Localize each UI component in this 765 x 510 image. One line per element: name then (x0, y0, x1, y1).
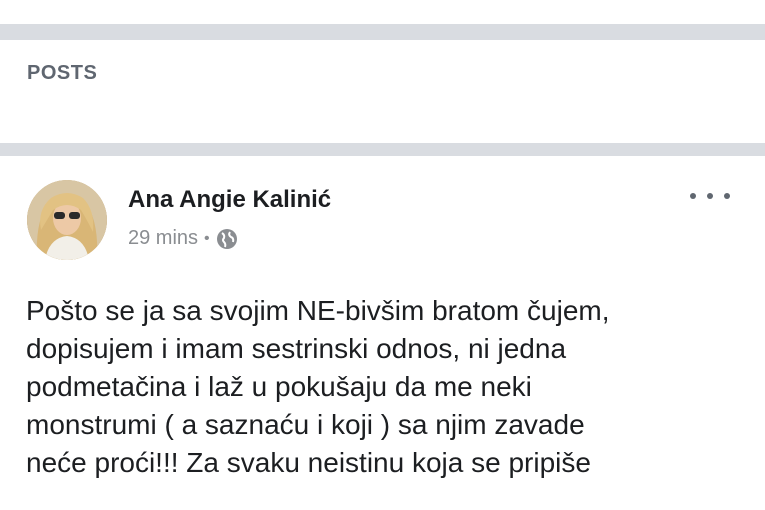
author-name[interactable]: Ana Angie Kalinić (128, 186, 331, 214)
post-text-line: monstrumi ( a saznaću i koji ) sa njim z… (26, 409, 585, 440)
meta-separator: • (204, 229, 210, 247)
section-divider (0, 143, 765, 156)
post-text-line: neće proći!!! Za svaku neistinu koja se … (26, 447, 591, 478)
section-divider (0, 24, 765, 40)
post-text-line: Pošto se ja sa svojim NE-bivšim bratom č… (26, 295, 610, 326)
post-meta: 29 mins • (128, 227, 238, 250)
post-card: Ana Angie Kalinić 29 mins • Pošto se ja … (0, 156, 765, 510)
posts-section-header: POSTS (0, 40, 765, 143)
post-text-line: podmetačina i laž u pokušaju da me neki (26, 371, 532, 402)
post-text: Pošto se ja sa svojim NE-bivšim bratom č… (26, 292, 761, 482)
post-text-line: dopisujem i imam sestrinski odnos, ni je… (26, 333, 567, 364)
post-time[interactable]: 29 mins (128, 227, 198, 250)
more-options-icon[interactable] (690, 184, 730, 208)
globe-icon[interactable] (216, 228, 238, 250)
posts-title: POSTS (27, 62, 98, 84)
top-area (0, 0, 765, 24)
avatar[interactable] (27, 180, 107, 260)
